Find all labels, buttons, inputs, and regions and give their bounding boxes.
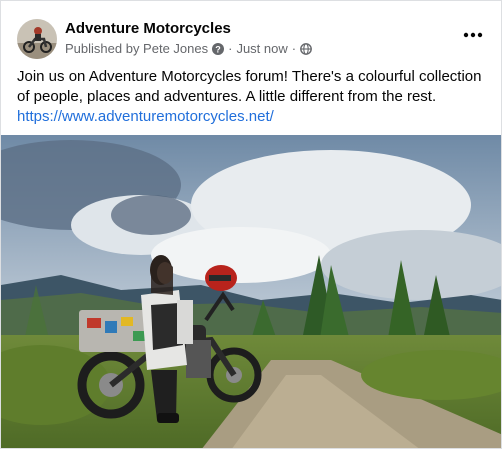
published-by[interactable]: Published by Pete Jones	[65, 41, 208, 56]
more-horizontal-icon	[463, 32, 483, 38]
svg-text:?: ?	[215, 44, 221, 54]
globe-icon[interactable]	[300, 42, 313, 55]
motorcycle-photo	[1, 135, 501, 448]
question-circle-icon[interactable]: ?	[212, 42, 225, 55]
meta-separator: ·	[291, 41, 297, 56]
post-photo[interactable]	[1, 135, 501, 448]
post-meta: Published by Pete Jones ? · Just now ·	[65, 41, 313, 56]
post-card: Adventure Motorcycles Published by Pete …	[0, 0, 502, 449]
post-link[interactable]: https://www.adventuremotorcycles.net/	[17, 107, 489, 127]
page-avatar[interactable]	[17, 19, 57, 59]
post-body: Join us on Adventure Motorcycles forum! …	[17, 67, 489, 127]
post-message: Join us on Adventure Motorcycles forum! …	[17, 68, 482, 105]
page-name[interactable]: Adventure Motorcycles	[65, 20, 231, 37]
post-time[interactable]: Just now	[236, 41, 287, 56]
post-header: Adventure Motorcycles Published by Pete …	[17, 19, 487, 63]
more-options-button[interactable]	[459, 23, 487, 47]
meta-separator: ·	[228, 41, 233, 56]
avatar-image	[17, 19, 57, 59]
